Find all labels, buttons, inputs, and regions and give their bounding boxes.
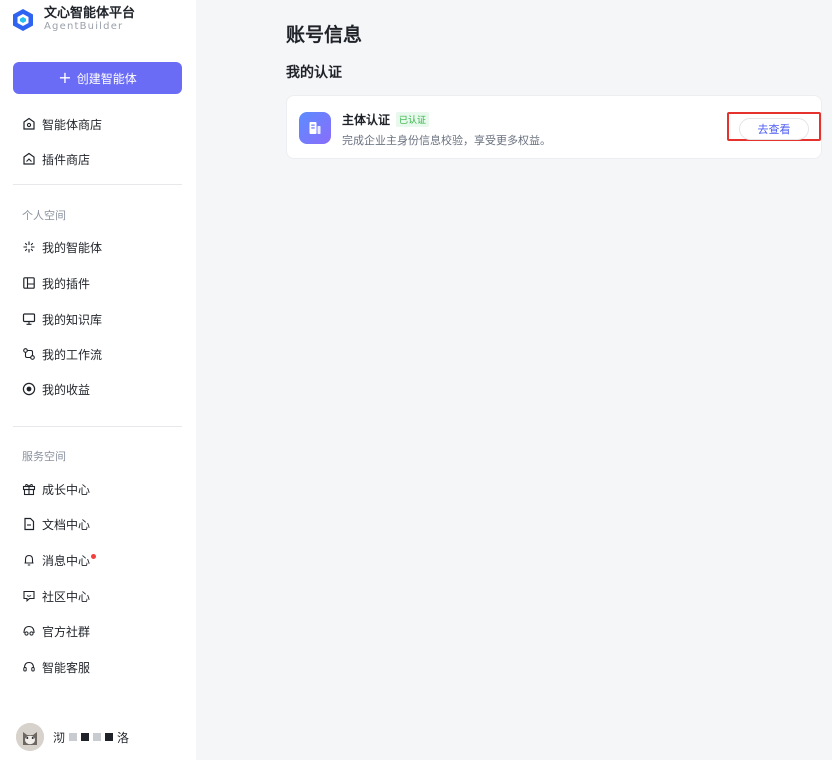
brand-logo-icon — [13, 8, 33, 31]
monitor-icon — [22, 312, 36, 326]
sidebar-divider — [13, 426, 182, 427]
sidebar-item-my-knowledge[interactable]: 我的知识库 — [22, 309, 102, 329]
plugin-store-icon — [22, 152, 36, 166]
sidebar-item-my-earnings[interactable]: 我的收益 — [22, 379, 90, 399]
coin-icon — [22, 382, 36, 396]
sidebar-item-message-center[interactable]: 消息中心 — [22, 550, 97, 570]
headset-icon — [22, 660, 36, 674]
sidebar-item-community-center[interactable]: 社区中心 — [22, 586, 90, 606]
create-agent-button[interactable]: + 创建智能体 — [13, 62, 182, 94]
unread-dot — [91, 553, 97, 559]
user-name-start: 沏 — [53, 730, 66, 745]
headset-group-icon — [22, 624, 36, 638]
sidebar-item-label: 我的知识库 — [42, 312, 103, 327]
redacted-block — [81, 733, 90, 741]
sidebar-item-label: 社区中心 — [42, 589, 91, 604]
avatar-cat-icon — [16, 723, 44, 751]
sidebar-item-smart-service[interactable]: 智能客服 — [22, 657, 90, 677]
sidebar-item-official-group[interactable]: 官方社群 — [22, 621, 90, 641]
sidebar-item-label: 智能体商店 — [42, 117, 103, 132]
building-icon — [299, 112, 331, 144]
sidebar-item-growth-center[interactable]: 成长中心 — [22, 479, 90, 499]
view-verification-button[interactable]: 去查看 — [739, 118, 809, 140]
sidebar-item-my-agents[interactable]: 我的智能体 — [22, 237, 102, 257]
personal-space-label: 个人空间 — [22, 209, 66, 222]
service-space-label: 服务空间 — [22, 450, 66, 463]
sidebar-item-label: 成长中心 — [42, 482, 91, 497]
section-title: 我的认证 — [286, 65, 342, 81]
redacted-block — [93, 733, 102, 741]
brand-subtitle: AgentBuilder — [44, 21, 124, 32]
sidebar-item-plugin-store[interactable]: 插件商店 — [22, 149, 90, 169]
sidebar-item-label: 我的智能体 — [42, 240, 103, 255]
sidebar: 文心智能体平台 AgentBuilder + 创建智能体 智能体商店 插件商店 … — [0, 0, 196, 760]
user-profile[interactable]: 沏 洛 — [16, 723, 129, 751]
sidebar-item-agent-store[interactable]: 智能体商店 — [22, 114, 102, 134]
create-agent-label: 创建智能体 — [76, 71, 137, 86]
bell-icon — [22, 553, 36, 567]
verification-description: 完成企业主身份信息校验，享受更多权益。 — [342, 134, 551, 147]
brand-logo[interactable]: 文心智能体平台 AgentBuilder — [12, 6, 135, 33]
status-badge: 已认证 — [396, 112, 430, 127]
redacted-block — [69, 733, 78, 741]
workflow-icon — [22, 347, 36, 361]
sidebar-divider — [13, 184, 182, 185]
verification-title: 主体认证 — [342, 113, 391, 127]
sidebar-item-label: 插件商店 — [42, 152, 91, 167]
redacted-block — [105, 733, 114, 741]
sidebar-item-doc-center[interactable]: 文档中心 — [22, 514, 90, 534]
sidebar-item-my-workflows[interactable]: 我的工作流 — [22, 344, 102, 364]
sidebar-item-label: 智能客服 — [42, 660, 91, 675]
sparkle-icon — [22, 240, 36, 254]
sidebar-item-label: 消息中心 — [42, 553, 91, 568]
page-title: 账号信息 — [286, 24, 363, 46]
plus-icon: + — [58, 68, 72, 87]
sidebar-item-label: 文档中心 — [42, 517, 91, 532]
gift-icon — [22, 482, 36, 496]
sidebar-item-label: 官方社群 — [42, 624, 91, 639]
card-title: 主体认证 已认证 — [342, 111, 430, 128]
main-content: 账号信息 我的认证 主体认证 已认证 完成企业主身份信息校验，享受更多权益。 去… — [196, 0, 832, 760]
brand-title: 文心智能体平台 — [44, 6, 136, 21]
sidebar-item-my-plugins[interactable]: 我的插件 — [22, 273, 90, 293]
user-name-end: 洛 — [117, 730, 130, 745]
store-icon — [22, 117, 36, 131]
entity-verification-card: 主体认证 已认证 完成企业主身份信息校验，享受更多权益。 去查看 — [286, 95, 822, 159]
sidebar-item-label: 我的插件 — [42, 276, 91, 291]
sidebar-item-label: 我的工作流 — [42, 347, 103, 362]
user-name: 沏 洛 — [53, 729, 129, 746]
plugin-icon — [22, 276, 36, 290]
document-icon — [22, 517, 36, 531]
avatar — [16, 723, 44, 751]
sidebar-item-label: 我的收益 — [42, 382, 91, 397]
chat-icon — [22, 589, 36, 603]
